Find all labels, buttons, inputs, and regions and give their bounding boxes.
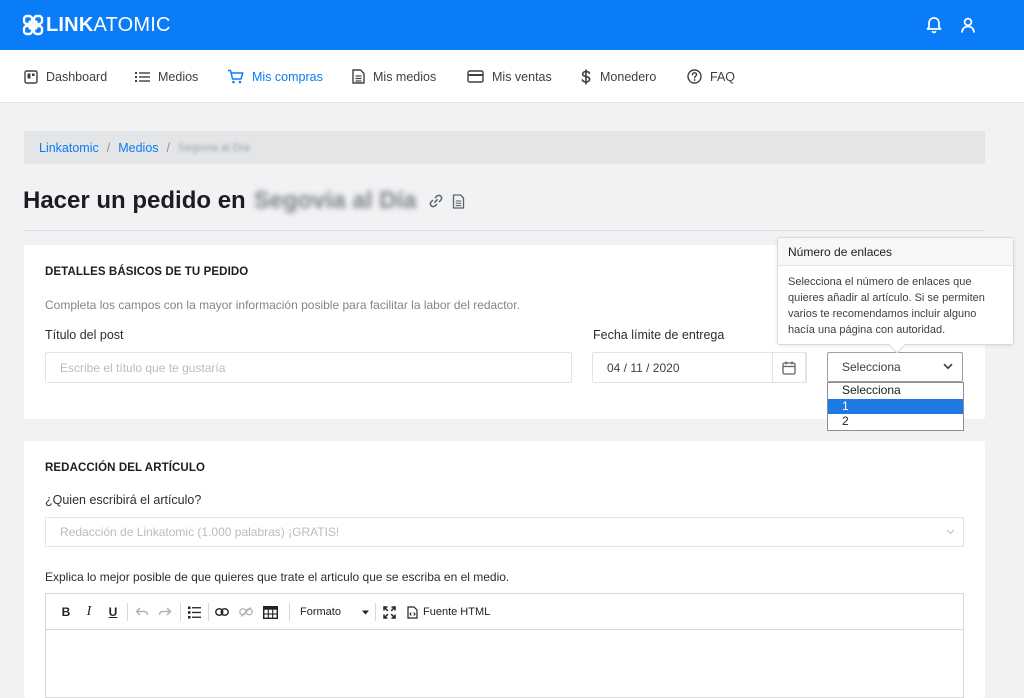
- caret-down-icon: [361, 610, 369, 614]
- dropdown-option[interactable]: Selecciona: [828, 383, 963, 399]
- format-dropdown[interactable]: Formato: [300, 603, 369, 621]
- editor-toolbar: B I U Formato Fuente HTML: [46, 594, 963, 630]
- links-count-select-value: Selecciona: [842, 360, 901, 374]
- writer-select-value: Redacción de Linkatomic (1.000 palabras)…: [60, 525, 340, 539]
- calendar-icon: [782, 361, 796, 375]
- unlink-icon[interactable]: [238, 603, 254, 621]
- breadcrumb-link-medios[interactable]: Medios: [118, 141, 158, 155]
- maximize-icon[interactable]: [381, 603, 397, 621]
- page-title-media-name: Segovia al Día: [253, 187, 417, 214]
- post-title-input[interactable]: Escribe el título que te gustaría: [45, 352, 572, 383]
- order-details-heading: DETALLES BÁSICOS DE TU PEDIDO: [45, 266, 249, 278]
- card-icon: [467, 70, 484, 83]
- writer-label: ¿Quien escribirá el artículo?: [45, 493, 202, 507]
- nav-item-mis-ventas[interactable]: Mis ventas: [467, 50, 552, 103]
- bold-button[interactable]: B: [59, 603, 73, 621]
- nav-label: FAQ: [710, 69, 736, 84]
- dropdown-option[interactable]: 2: [828, 414, 963, 430]
- toolbar-separator: [208, 603, 209, 621]
- toolbar-separator: [180, 603, 181, 621]
- bell-icon[interactable]: [924, 15, 944, 35]
- page-title-text: Hacer un pedido en: [23, 187, 246, 214]
- nav-item-faq[interactable]: FAQ: [687, 50, 735, 103]
- link-icon[interactable]: [214, 603, 230, 621]
- page-title: Hacer un pedido en Segovia al Día: [23, 184, 465, 218]
- logo[interactable]: LINKATOMIC: [22, 13, 171, 37]
- cart-icon: [228, 69, 244, 84]
- nav-label: Mis medios: [373, 69, 437, 84]
- source-code-icon: [407, 605, 418, 619]
- toolbar-separator: [127, 603, 128, 621]
- tooltip-title: Número de enlaces: [778, 238, 1013, 266]
- nav-label: Monedero: [600, 69, 657, 84]
- nav-item-mis-compras[interactable]: Mis compras: [227, 50, 323, 103]
- dollar-icon: [581, 69, 591, 84]
- redo-icon[interactable]: [157, 603, 173, 621]
- undo-icon[interactable]: [134, 603, 150, 621]
- format-dropdown-label: Formato: [300, 606, 341, 618]
- link-icon[interactable]: [428, 193, 444, 209]
- toolbar-separator: [375, 603, 376, 621]
- breadcrumb-link-linkatomic[interactable]: Linkatomic: [39, 141, 99, 155]
- user-icon[interactable]: [958, 15, 978, 35]
- list-icon: [135, 71, 150, 82]
- logo-text-light: ATOMIC: [93, 13, 171, 36]
- nav-label: Mis ventas: [492, 69, 552, 84]
- nav-label: Dashboard: [46, 69, 108, 84]
- rich-text-editor: B I U Formato Fuente HTML: [45, 593, 964, 698]
- toolbar-separator: [289, 603, 290, 621]
- editor-content-area[interactable]: [46, 630, 963, 698]
- breadcrumb: Linkatomic / Medios / Segovia al Día: [24, 131, 985, 164]
- calendar-button[interactable]: [772, 352, 806, 383]
- article-heading: REDACCIÓN DEL ARTÍCULO: [45, 462, 206, 474]
- nav-label: Medios: [158, 69, 199, 84]
- underline-button[interactable]: U: [106, 603, 120, 621]
- brief-label: Explica lo mejor posible de que quieres …: [45, 570, 510, 584]
- html-source-label: Fuente HTML: [423, 606, 491, 618]
- breadcrumb-separator: /: [166, 140, 171, 155]
- dashboard-icon: [24, 69, 38, 84]
- title-divider: [23, 230, 985, 231]
- main-nav: Dashboard Medios Mis compras Mis medios …: [0, 50, 1024, 103]
- breadcrumb-current: Segovia al Día: [178, 141, 250, 154]
- links-count-select[interactable]: Selecciona: [827, 352, 963, 382]
- table-icon[interactable]: [262, 603, 279, 621]
- tooltip-body: Selecciona el número de enlaces que quie…: [788, 276, 985, 336]
- nav-label: Mis compras: [252, 69, 323, 84]
- order-details-subtitle: Completa los campos con la mayor informa…: [45, 298, 520, 312]
- nav-item-medios[interactable]: Medios: [135, 50, 198, 103]
- deadline-date-input[interactable]: 04 / 11 / 2020: [592, 352, 807, 383]
- help-icon: [687, 69, 702, 84]
- html-source-button[interactable]: Fuente HTML: [407, 603, 490, 621]
- links-help-tooltip: Número de enlaces Selecciona el número d…: [777, 237, 1014, 354]
- post-title-label: Título del post: [45, 328, 124, 342]
- ordered-list-icon[interactable]: [186, 603, 202, 621]
- logo-text-bold: LINK: [46, 13, 94, 36]
- deadline-label: Fecha límite de entrega: [593, 328, 725, 342]
- chevron-down-icon: [946, 529, 955, 535]
- top-bar: LINKATOMIC: [0, 0, 1024, 50]
- chevron-down-icon: [943, 363, 953, 370]
- nav-item-dashboard[interactable]: Dashboard: [24, 50, 107, 103]
- document-icon: [352, 69, 365, 84]
- deadline-date-value: 04 / 11 / 2020: [607, 360, 680, 375]
- logo-icon: [22, 14, 44, 36]
- dropdown-option-selected[interactable]: 1: [828, 398, 963, 415]
- writer-select[interactable]: Redacción de Linkatomic (1.000 palabras)…: [45, 517, 964, 547]
- document-icon[interactable]: [452, 193, 465, 209]
- nav-item-monedero[interactable]: Monedero: [580, 50, 656, 103]
- breadcrumb-separator: /: [106, 140, 111, 155]
- italic-button[interactable]: I: [82, 603, 96, 621]
- nav-item-mis-medios[interactable]: Mis medios: [352, 50, 436, 103]
- links-count-dropdown: Selecciona 1 2: [827, 382, 964, 431]
